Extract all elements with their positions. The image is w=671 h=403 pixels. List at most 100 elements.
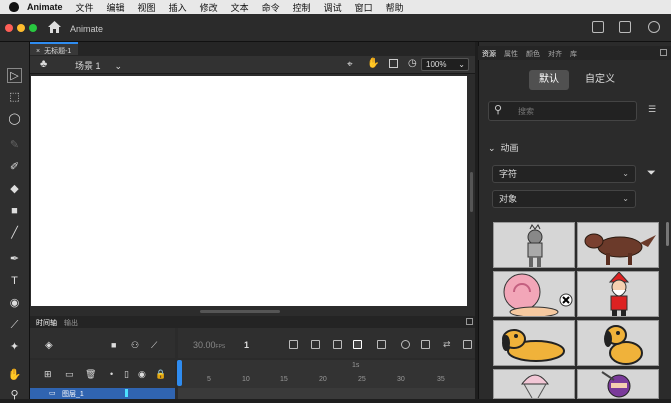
center-stage-icon[interactable]: ⌖: [347, 59, 353, 70]
menu-edit[interactable]: 编辑: [107, 1, 125, 14]
tab-properties[interactable]: 属性: [504, 49, 518, 59]
subselection-tool-icon[interactable]: ⬚: [7, 90, 22, 105]
highlight-layer-icon[interactable]: •: [110, 369, 113, 379]
insert-keyframe-icon[interactable]: [289, 340, 298, 349]
menu-text[interactable]: 文本: [231, 1, 249, 14]
menu-file[interactable]: 文件: [76, 1, 94, 14]
macos-menubar: Animate 文件 编辑 视图 插入 修改 文本 命令 控制 调试 窗口 帮助: [0, 0, 671, 14]
timeline-ruler[interactable]: [178, 360, 475, 388]
filter-type-select[interactable]: 对象 ⌄: [492, 190, 636, 208]
tab-timeline[interactable]: 时间轴: [36, 318, 57, 328]
vertical-scrollbar[interactable]: [470, 172, 473, 212]
camera-icon[interactable]: ✋: [367, 58, 379, 69]
asset-search-input[interactable]: [488, 101, 637, 121]
panel-menu-icon[interactable]: [466, 318, 473, 325]
asset-thumbnail-dog-sitting[interactable]: [577, 320, 659, 366]
asset-thumbnail-snail[interactable]: [493, 271, 575, 317]
current-frame[interactable]: 1: [244, 340, 249, 350]
menu-help[interactable]: 帮助: [386, 1, 404, 14]
eraser-tool-icon[interactable]: ◆: [7, 182, 22, 197]
panel-menu-icon[interactable]: [660, 49, 667, 56]
onion-outline-icon[interactable]: [421, 340, 430, 349]
list-view-icon[interactable]: ☰: [648, 104, 656, 115]
share-icon[interactable]: [592, 21, 604, 33]
eyedropper-icon[interactable]: ⟋: [7, 318, 22, 333]
zoom-window-button[interactable]: [29, 24, 37, 32]
layer-name[interactable]: 图层_1: [62, 389, 84, 399]
pin-tool-icon[interactable]: ✦: [7, 340, 22, 355]
lock-icon[interactable]: 🔒: [155, 369, 166, 380]
insert-blank-keyframe-icon[interactable]: [311, 340, 320, 349]
tab-color[interactable]: 颜色: [526, 49, 540, 59]
menu-window[interactable]: 窗口: [355, 1, 373, 14]
close-tab-icon[interactable]: ×: [36, 48, 40, 55]
text-tool-icon[interactable]: T: [7, 274, 22, 289]
onion-skin-icon[interactable]: [401, 340, 410, 349]
menu-commands[interactable]: 命令: [262, 1, 280, 14]
paint-bucket-icon[interactable]: ◉: [7, 296, 22, 311]
home-icon[interactable]: [48, 21, 61, 33]
tab-align[interactable]: 对齐: [548, 49, 562, 59]
document-tab[interactable]: × 无标题-1: [30, 42, 78, 55]
asset-thumbnail-parachute[interactable]: [493, 369, 575, 399]
timeline-menu-icon[interactable]: [463, 340, 472, 349]
close-window-button[interactable]: [5, 24, 13, 32]
hand-tool-icon[interactable]: ✋: [7, 368, 22, 383]
layers-icon[interactable]: ◈: [45, 340, 53, 351]
graph-icon[interactable]: ⟋: [151, 340, 157, 351]
segment-default[interactable]: 默认: [529, 70, 569, 90]
stage-canvas[interactable]: [31, 76, 467, 306]
loop-icon[interactable]: ⇄: [443, 340, 452, 349]
test-movie-icon[interactable]: [648, 21, 660, 33]
zoom-select[interactable]: 100% ⌄: [421, 58, 469, 71]
asset-thumbnail-santa[interactable]: [577, 271, 659, 317]
layer-frames[interactable]: [178, 388, 475, 399]
filter-icon[interactable]: ⏷: [647, 167, 656, 180]
asset-thumbnail-dog-lying[interactable]: [493, 320, 575, 366]
workspace-icon[interactable]: [619, 21, 631, 33]
edit-multiple-frames-icon[interactable]: [377, 340, 386, 349]
scene-selector[interactable]: 场景 1 ⌄: [75, 59, 122, 72]
clip-stage-icon[interactable]: [389, 59, 398, 68]
layer-color-swatch[interactable]: [125, 389, 128, 397]
segment-custom[interactable]: 自定义: [580, 70, 620, 90]
scene-icon[interactable]: ♣: [40, 58, 47, 70]
fps-display[interactable]: 30.00FPS: [193, 340, 225, 350]
outline-icon[interactable]: ▯: [124, 369, 129, 380]
layer-parent-icon[interactable]: ⚇: [131, 340, 139, 351]
menu-app[interactable]: Animate: [27, 2, 63, 12]
menu-control[interactable]: 控制: [293, 1, 311, 14]
tab-assets[interactable]: 资源: [482, 49, 496, 59]
rectangle-tool-icon[interactable]: ■: [7, 204, 22, 219]
menu-modify[interactable]: 修改: [200, 1, 218, 14]
line-tool-icon[interactable]: ╱: [7, 226, 22, 241]
filter-category-select[interactable]: 字符 ⌄: [492, 165, 636, 183]
apple-icon[interactable]: [9, 2, 19, 12]
minimize-window-button[interactable]: [17, 24, 25, 32]
lasso-tool-icon[interactable]: ◯: [7, 112, 22, 127]
visibility-icon[interactable]: ◉: [138, 369, 146, 380]
new-layer-icon[interactable]: ⊞: [44, 369, 52, 380]
asset-thumbnail-wolf[interactable]: [577, 222, 659, 268]
brush-tool-icon[interactable]: ✐: [7, 160, 22, 175]
playhead[interactable]: [177, 360, 182, 386]
new-folder-icon[interactable]: ▭: [65, 369, 74, 380]
section-header[interactable]: ⌄ 动画: [488, 141, 519, 154]
auto-keyframe-icon[interactable]: [353, 340, 362, 349]
pen-tool-icon[interactable]: ✒: [7, 252, 22, 267]
tab-output[interactable]: 输出: [64, 318, 78, 328]
selection-tool-icon[interactable]: ▷: [7, 68, 22, 83]
asset-thumbnail-robot[interactable]: [493, 222, 575, 268]
horizontal-scrollbar[interactable]: [200, 310, 280, 313]
insert-frame-icon[interactable]: [333, 340, 342, 349]
asset-thumbnail-ninja[interactable]: [577, 369, 659, 399]
zoom-tool-icon[interactable]: ⚲: [7, 388, 22, 403]
menu-view[interactable]: 视图: [138, 1, 156, 14]
menu-insert[interactable]: 插入: [169, 1, 187, 14]
camera-toggle-icon[interactable]: ■: [111, 340, 116, 350]
assets-scrollbar[interactable]: [666, 222, 669, 246]
delete-layer-icon[interactable]: 🗑: [85, 369, 96, 380]
rotate-stage-icon[interactable]: ◷: [408, 58, 417, 69]
menu-debug[interactable]: 调试: [324, 1, 342, 14]
tab-library[interactable]: 库: [570, 49, 577, 59]
